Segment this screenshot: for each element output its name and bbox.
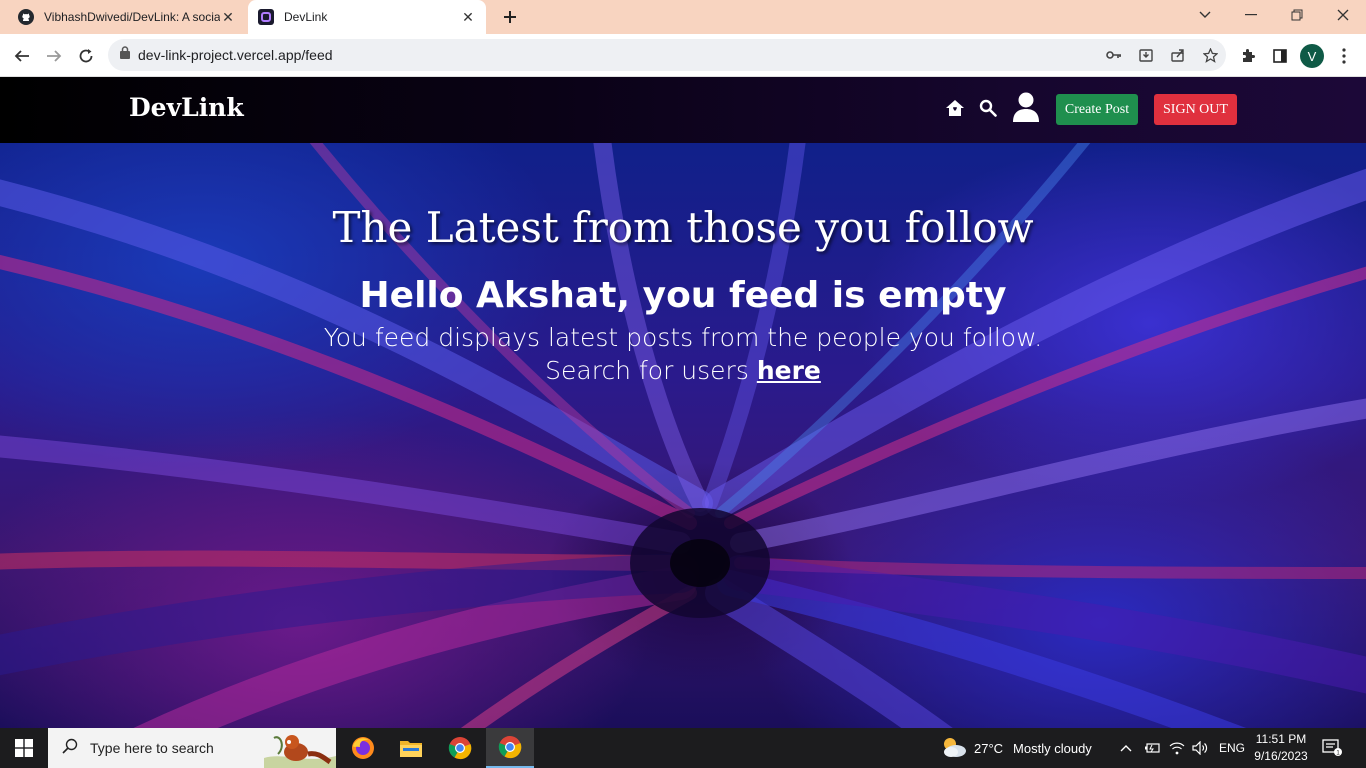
- windows-taskbar: Type here to search 27°C Mostly cloudy E…: [0, 728, 1366, 768]
- url-text[interactable]: dev-link-project.vercel.app/feed: [138, 47, 1098, 63]
- clock-time: 11:51 PM: [1255, 732, 1307, 746]
- battery-icon[interactable]: [1144, 728, 1160, 768]
- clock-date: 9/16/2023: [1254, 749, 1308, 763]
- home-icon[interactable]: [944, 97, 966, 119]
- description-line: You feed displays latest posts from the …: [323, 323, 1043, 352]
- forward-icon[interactable]: [40, 42, 68, 70]
- tab-strip: VibhashDwivedi/DevLink: A socia ✕ DevLin…: [0, 0, 1366, 34]
- browser-toolbar: dev-link-project.vercel.app/feed V: [0, 34, 1366, 77]
- search-users-link[interactable]: here: [757, 356, 821, 385]
- chrome-icon[interactable]: [486, 728, 534, 768]
- extensions-icon[interactable]: [1234, 42, 1262, 70]
- address-bar[interactable]: dev-link-project.vercel.app/feed: [108, 39, 1226, 71]
- windows-start-icon[interactable]: [0, 728, 48, 768]
- search-icon: [62, 738, 78, 759]
- weather-temp: 27°C: [974, 740, 1004, 756]
- feed-hero: The Latest from those you follow Hello A…: [0, 143, 1366, 728]
- tab-title: DevLink: [284, 10, 328, 24]
- restore-icon[interactable]: [1274, 0, 1320, 30]
- search-users-line: Search for users here: [0, 354, 1366, 387]
- profile-avatar[interactable]: V: [1300, 44, 1324, 68]
- weather-widget[interactable]: 27°C Mostly cloudy: [940, 728, 1092, 768]
- chrome-icon[interactable]: [436, 728, 484, 768]
- show-hidden-icons-chevron-icon[interactable]: [1120, 728, 1132, 768]
- wifi-icon[interactable]: [1169, 728, 1185, 768]
- devlink-favicon: [258, 9, 274, 25]
- menu-kebab-icon[interactable]: [1330, 42, 1358, 70]
- bookmark-star-icon[interactable]: [1194, 39, 1226, 71]
- notifications-icon[interactable]: 1: [1322, 728, 1342, 768]
- user-icon[interactable]: [1012, 91, 1040, 123]
- sign-out-button[interactable]: SIGN OUT: [1154, 94, 1237, 125]
- install-app-icon[interactable]: [1130, 39, 1162, 71]
- feed-title: The Latest from those you follow: [332, 203, 1034, 252]
- tab-title: VibhashDwivedi/DevLink: A socia: [44, 10, 220, 24]
- lock-icon[interactable]: [120, 46, 130, 64]
- close-window-icon[interactable]: [1320, 0, 1366, 30]
- brand-logo[interactable]: DevLink: [129, 93, 244, 122]
- search-placeholder: Type here to search: [90, 740, 214, 756]
- close-icon[interactable]: ✕: [460, 9, 476, 25]
- minimize-icon[interactable]: [1228, 0, 1274, 30]
- red-panda-illustration-icon: [264, 728, 336, 768]
- close-icon[interactable]: ✕: [220, 9, 236, 25]
- tab-devlink[interactable]: DevLink ✕: [248, 0, 486, 34]
- share-icon[interactable]: [1162, 39, 1194, 71]
- system-clock[interactable]: 11:51 PM 9/16/2023: [1244, 731, 1318, 765]
- site-navbar: DevLink Create Post SIGN OUT: [0, 77, 1366, 143]
- back-icon[interactable]: [8, 42, 36, 70]
- file-explorer-icon[interactable]: [387, 728, 435, 768]
- cloudy-weather-icon: [940, 735, 968, 762]
- firefox-icon[interactable]: [339, 728, 387, 768]
- new-tab-button[interactable]: [498, 5, 522, 29]
- taskbar-search-box[interactable]: Type here to search: [48, 728, 336, 768]
- key-icon[interactable]: [1098, 39, 1130, 71]
- create-post-button[interactable]: Create Post: [1056, 94, 1138, 125]
- search-users-text: Search for users: [545, 356, 749, 385]
- empty-feed-heading: Hello Akshat, you feed is empty: [359, 275, 1007, 316]
- side-panel-icon[interactable]: [1266, 42, 1294, 70]
- volume-icon[interactable]: [1192, 728, 1208, 768]
- empty-feed-description: You feed displays latest posts from the …: [0, 321, 1366, 387]
- search-icon[interactable]: [977, 97, 999, 119]
- tab-github[interactable]: VibhashDwivedi/DevLink: A socia ✕: [8, 0, 246, 34]
- weather-text: Mostly cloudy: [1013, 740, 1092, 756]
- language-indicator[interactable]: ENG: [1219, 728, 1245, 768]
- github-icon: [18, 9, 34, 25]
- tab-search-chevron-icon[interactable]: [1182, 0, 1228, 30]
- reload-icon[interactable]: [72, 42, 100, 70]
- page-viewport: DevLink Create Post SIGN OUT The Latest …: [0, 77, 1366, 728]
